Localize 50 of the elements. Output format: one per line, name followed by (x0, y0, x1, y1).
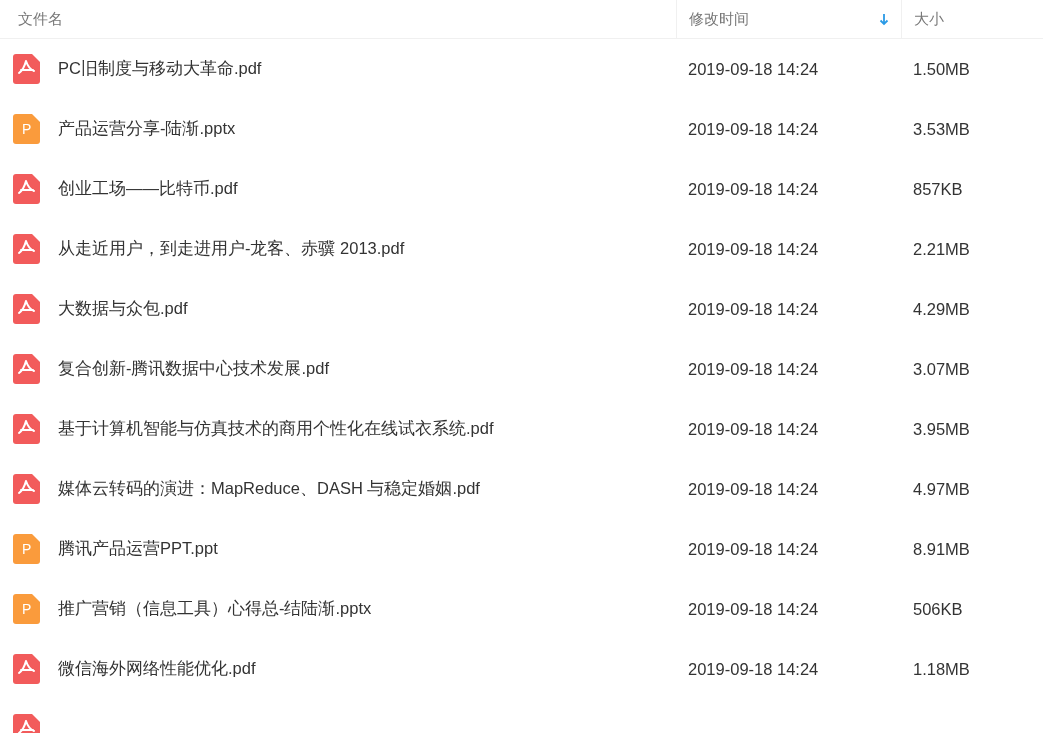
file-size: 8.91MB (912, 539, 971, 559)
file-size: 857KB (912, 179, 964, 199)
file-type-letter: P (22, 121, 32, 137)
file-size: 1.18MB (912, 659, 971, 679)
modified-time: 2019-09-18 14:24 (687, 119, 820, 139)
modified-time: 2019-09-18 14:24 (687, 539, 820, 559)
file-name[interactable]: 基于计算机智能与仿真技术的商用个性化在线试衣系统.pdf (58, 418, 494, 440)
pdf-file-icon (13, 474, 41, 504)
file-name[interactable]: 复合创新-腾讯数据中心技术发展.pdf (58, 358, 330, 380)
pdf-file-icon (13, 354, 41, 384)
file-name[interactable]: 腾讯产品运营PPT.ppt (58, 538, 218, 560)
modified-time: 2019-09-18 14:24 (687, 479, 820, 499)
file-name[interactable]: 大数据与众包.pdf (58, 298, 188, 320)
file-name[interactable]: 产品运营分享-陆渐.pptx (58, 118, 236, 140)
modified-time: 2019-09-18 14:24 (687, 359, 820, 379)
file-name[interactable]: 微信海外网络性能优化.pdf (58, 658, 256, 680)
file-name[interactable]: PC旧制度与移动大革命.pdf (58, 58, 262, 80)
file-name[interactable]: 从走近用户，到走进用户-龙客、赤骥 2013.pdf (58, 238, 405, 260)
pdf-file-icon (13, 54, 41, 84)
file-size: 4.97MB (912, 479, 971, 499)
pdf-file-icon (13, 294, 41, 324)
file-name[interactable]: 推广营销（信息工具）心得总-结陆渐.pptx (58, 598, 372, 620)
modified-time: 2019-09-18 14:24 (687, 59, 820, 79)
pdf-file-icon (13, 654, 41, 684)
modified-time: 2019-09-18 14:24 (687, 179, 820, 199)
file-size: 1.50MB (912, 59, 971, 79)
file-type-letter: P (22, 601, 32, 617)
modified-time: 2019-09-18 14:24 (687, 419, 820, 439)
modified-time: 2019-09-18 14:24 (687, 599, 820, 619)
file-type-letter: P (22, 541, 32, 557)
pdf-file-icon (13, 234, 41, 264)
file-size: 3.53MB (912, 119, 971, 139)
file-size: 506KB (912, 599, 964, 619)
presentation-file-icon (13, 114, 41, 144)
file-size: 4.29MB (912, 299, 971, 319)
column-header[interactable]: 大小 (901, 0, 1043, 38)
column-header[interactable]: 文件名 (0, 0, 676, 38)
file-size: 3.07MB (912, 359, 971, 379)
file-name[interactable]: 媒体云转码的演进：MapReduce、DASH 与稳定婚姻.pdf (58, 478, 480, 500)
presentation-file-icon (13, 534, 41, 564)
pdf-file-icon (13, 414, 41, 444)
modified-time: 2019-09-18 14:24 (687, 659, 820, 679)
file-name[interactable]: 创业工场——比特币.pdf (58, 178, 238, 200)
pdf-file-icon (13, 174, 41, 204)
column-header[interactable]: 修改时间 (676, 0, 901, 38)
file-size: 3.95MB (912, 419, 971, 439)
presentation-file-icon (13, 594, 41, 624)
modified-time: 2019-09-18 14:24 (687, 239, 820, 259)
file-size: 2.21MB (912, 239, 971, 259)
modified-time: 2019-09-18 14:24 (687, 299, 820, 319)
